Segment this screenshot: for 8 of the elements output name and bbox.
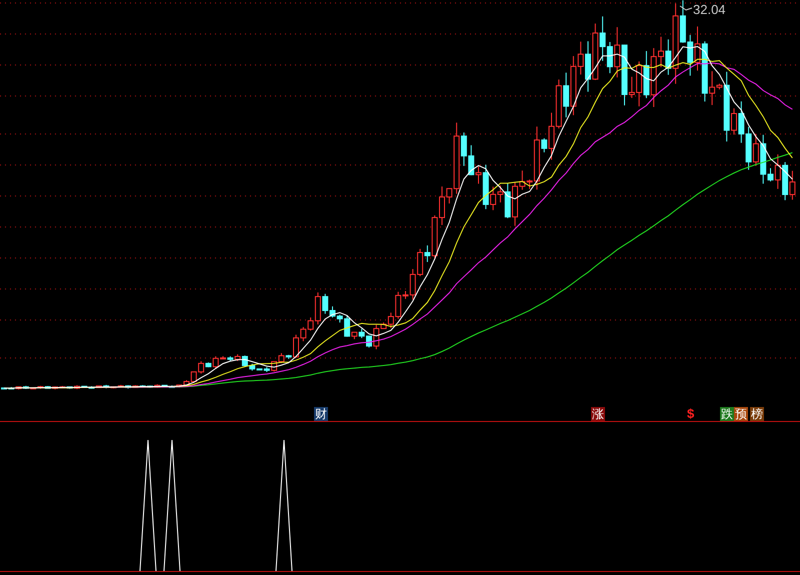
event-marker: 财: [314, 407, 328, 421]
price-label: 32.04: [693, 1, 726, 19]
dollar-marker: $: [687, 407, 694, 421]
event-marker: 涨: [591, 407, 605, 421]
event-marker: 榜: [750, 407, 764, 421]
leader-line: [680, 6, 692, 11]
event-marker: 跌: [720, 407, 734, 421]
event-marker: 预: [734, 407, 748, 421]
